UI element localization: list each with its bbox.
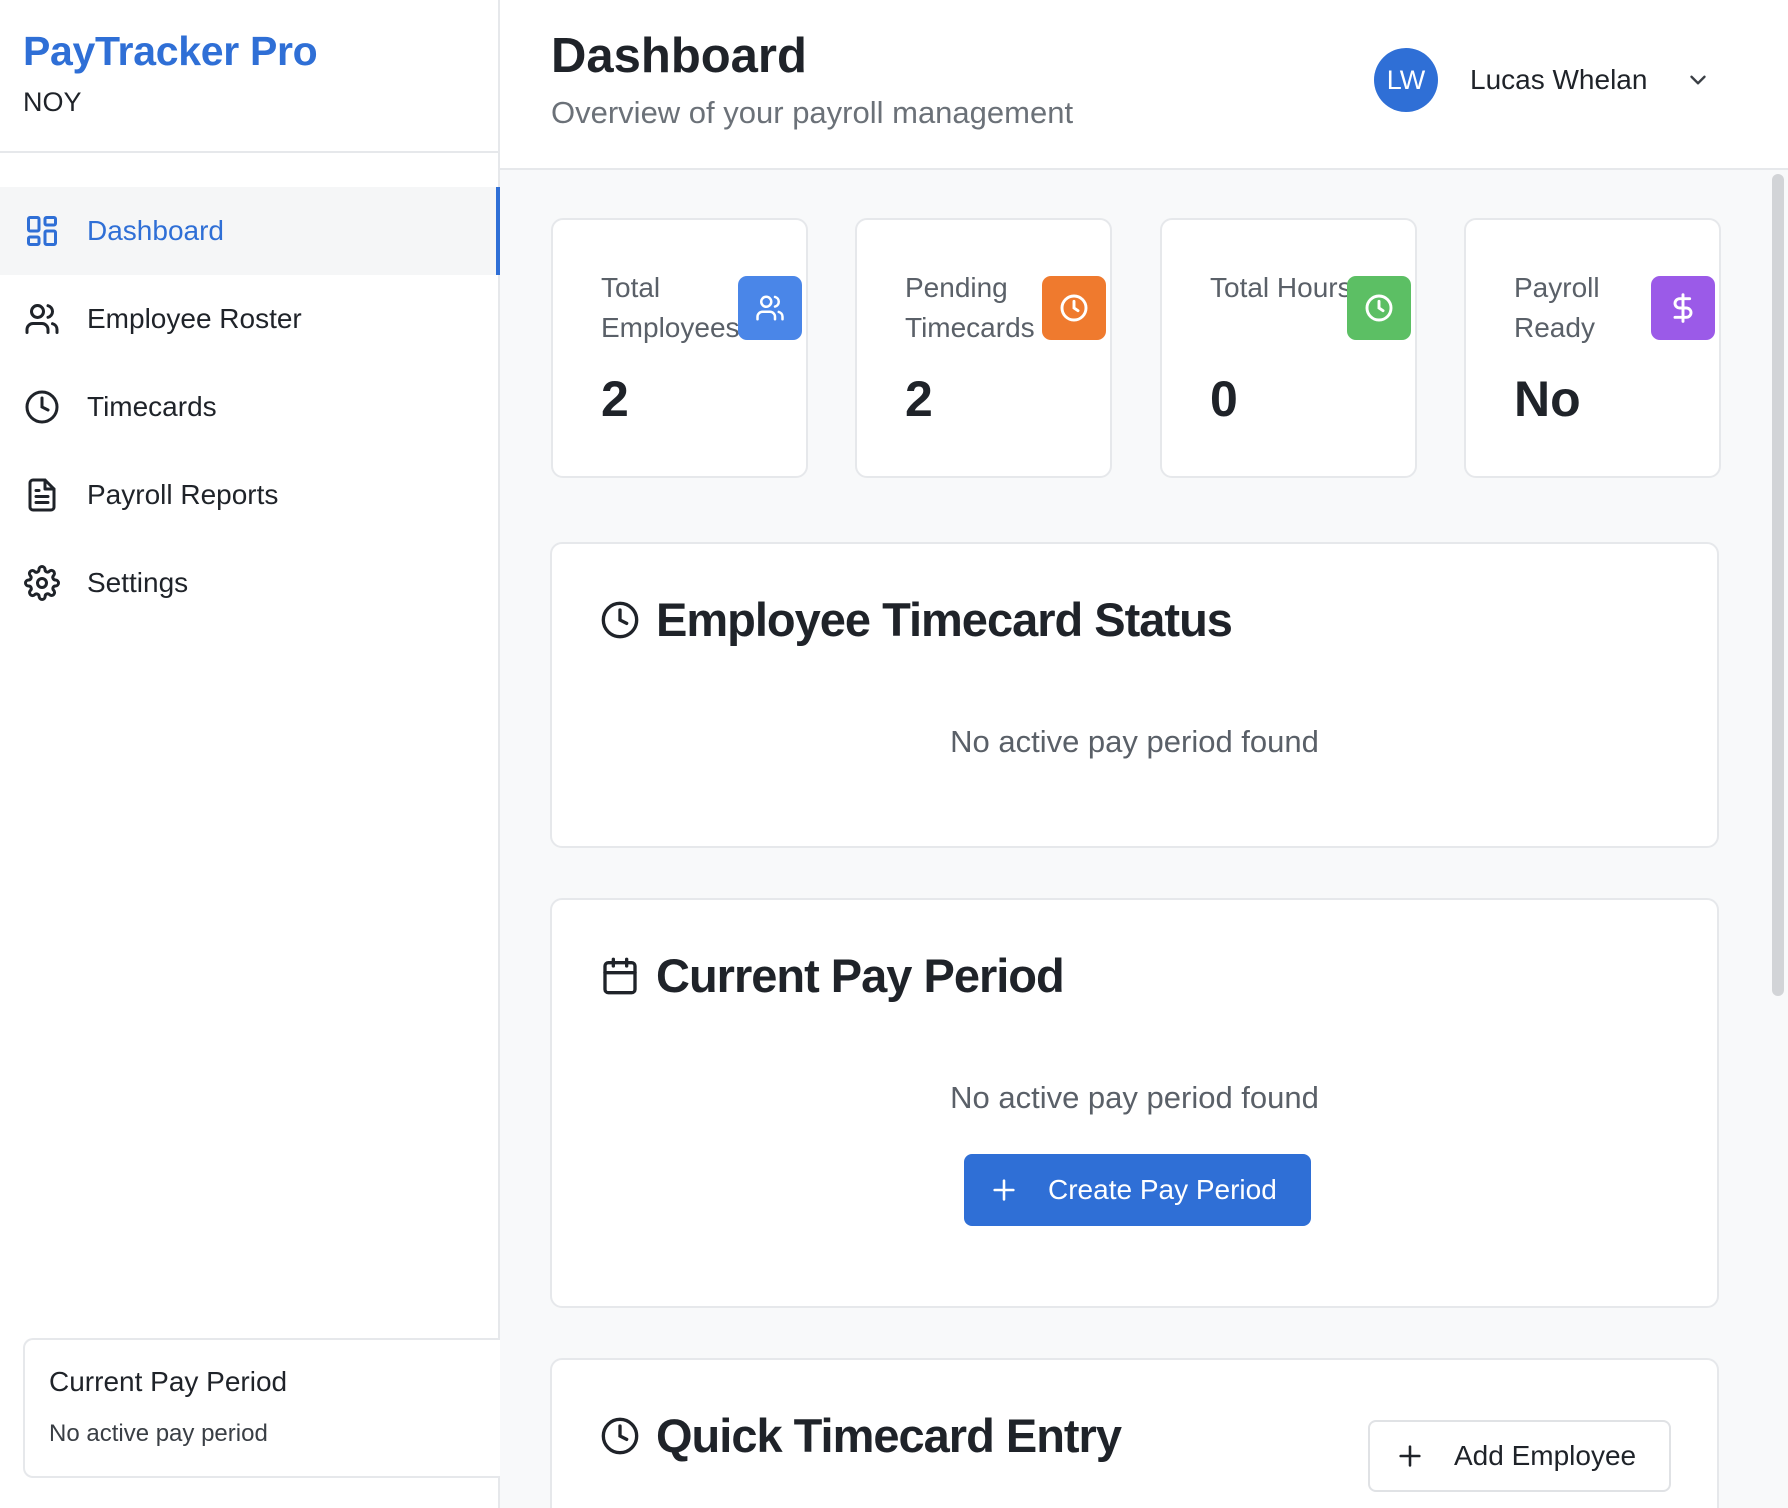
- sidebar-item-label: Settings: [87, 567, 189, 598]
- sidebar-item-label: Employee Roster: [87, 303, 302, 334]
- sidebar-item-label: Payroll Reports: [87, 479, 279, 510]
- clock-icon: [600, 600, 640, 640]
- plus-icon: [990, 1176, 1018, 1204]
- stat-label: Total Hours: [1210, 272, 1352, 303]
- organization-name: NOY: [23, 87, 82, 117]
- stat-label: Payroll Ready: [1514, 272, 1600, 343]
- panel-title: Current Pay Period: [656, 949, 1065, 1002]
- panel-header: Employee Timecard Status: [600, 592, 1233, 647]
- sidebar: PayTracker Pro NOY Dashboard Employee Ro…: [0, 0, 500, 1508]
- stat-value: 2: [601, 371, 629, 427]
- stat-value: 0: [1210, 371, 1238, 427]
- timecard-status-panel: Employee Timecard Status No active pay p…: [550, 542, 1719, 848]
- avatar[interactable]: LW: [1374, 48, 1438, 112]
- stat-card-total-employees: Total Employees 2: [551, 218, 808, 478]
- sidebar-nav: Dashboard Employee Roster Timecards Payr…: [0, 153, 500, 627]
- stat-label: Pending Timecards: [905, 272, 1035, 343]
- brand: PayTracker Pro NOY: [0, 0, 498, 153]
- button-label: Add Employee: [1454, 1440, 1637, 1471]
- document-icon: [23, 476, 61, 514]
- empty-state-message: No active pay period found: [950, 724, 1319, 759]
- panel-title: Employee Timecard Status: [656, 593, 1233, 646]
- users-icon: [23, 300, 61, 338]
- app-title[interactable]: PayTracker Pro: [23, 28, 498, 75]
- dollar-icon: [1651, 276, 1715, 340]
- user-name: Lucas Whelan: [1470, 64, 1648, 95]
- add-employee-button[interactable]: Add Employee: [1368, 1420, 1671, 1492]
- sidebar-item-label: Dashboard: [87, 215, 224, 246]
- page-title: Dashboard: [551, 29, 807, 83]
- top-header: Dashboard Overview of your payroll manag…: [500, 0, 1788, 170]
- grid-icon: [23, 212, 61, 250]
- sidebar-item-label: Timecards: [87, 391, 217, 422]
- quick-timecard-entry-panel: Quick Timecard Entry Add Employee: [550, 1358, 1719, 1508]
- clock-icon: [1042, 276, 1106, 340]
- empty-state-message: No active pay period found: [950, 1080, 1319, 1115]
- stat-card-pending-timecards: Pending Timecards 2: [855, 218, 1112, 478]
- panel-title: Quick Timecard Entry: [656, 1409, 1122, 1462]
- calendar-icon: [600, 956, 640, 996]
- plus-icon: [1396, 1442, 1424, 1470]
- panel-header: Current Pay Period: [600, 948, 1065, 1003]
- main-content: Total Employees 2 Pending Timecards 2 To…: [500, 170, 1788, 1508]
- clock-icon: [1347, 276, 1411, 340]
- user-menu[interactable]: LW Lucas Whelan: [1374, 48, 1711, 112]
- scrollbar[interactable]: [1772, 174, 1784, 996]
- current-pay-period-panel: Current Pay Period No active pay period …: [550, 898, 1719, 1308]
- button-label: Create Pay Period: [1048, 1174, 1277, 1205]
- create-pay-period-button[interactable]: Create Pay Period: [964, 1154, 1311, 1226]
- sidebar-item-payroll-reports[interactable]: Payroll Reports: [0, 451, 498, 539]
- sidebar-item-employee-roster[interactable]: Employee Roster: [0, 275, 498, 363]
- sidebar-item-settings[interactable]: Settings: [0, 539, 498, 627]
- sidebar-pay-period-card: Current Pay Period No active pay period: [23, 1338, 500, 1478]
- stat-label: Total Employees: [601, 272, 740, 343]
- sidebar-item-dashboard[interactable]: Dashboard: [0, 187, 500, 275]
- sidebar-item-timecards[interactable]: Timecards: [0, 363, 498, 451]
- page-subtitle: Overview of your payroll management: [551, 95, 1074, 130]
- stat-card-total-hours: Total Hours 0: [1160, 218, 1417, 478]
- stat-card-payroll-ready: Payroll Ready No: [1464, 218, 1721, 478]
- clock-icon: [600, 1416, 640, 1456]
- gear-icon: [23, 564, 61, 602]
- panel-header: Quick Timecard Entry: [600, 1408, 1122, 1463]
- clock-icon: [23, 388, 61, 426]
- sidebar-pay-period-status: No active pay period: [49, 1420, 268, 1447]
- chevron-down-icon[interactable]: [1685, 67, 1711, 93]
- sidebar-pay-period-title: Current Pay Period: [49, 1366, 288, 1397]
- stat-value: No: [1514, 371, 1581, 427]
- users-icon: [738, 276, 802, 340]
- stat-value: 2: [905, 371, 933, 427]
